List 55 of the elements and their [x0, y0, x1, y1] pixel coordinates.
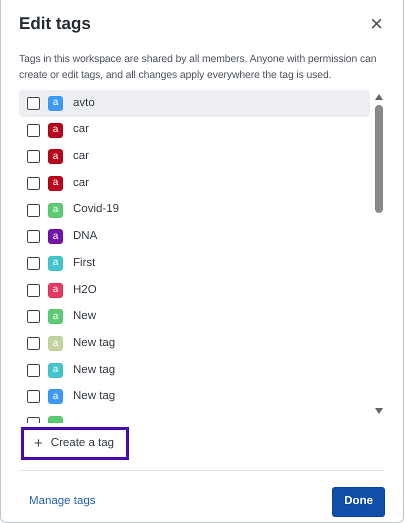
- tag-name: New tag: [73, 389, 116, 404]
- checkbox[interactable]: [27, 310, 40, 324]
- tag-row[interactable]: a H2O: [19, 276, 370, 304]
- tag-color-badge: a: [48, 309, 63, 324]
- tag-color-badge: a: [48, 122, 63, 138]
- done-button[interactable]: Done: [332, 487, 385, 516]
- tag-color-badge: a: [48, 389, 63, 404]
- checkbox[interactable]: [27, 284, 40, 297]
- create-tag-button[interactable]: + Create a tag: [21, 427, 130, 460]
- tag-row[interactable]: a Covid-19: [19, 196, 370, 224]
- tag-name: car: [73, 149, 89, 164]
- tag-row[interactable]: a First: [19, 250, 370, 277]
- checkbox[interactable]: [27, 256, 40, 270]
- tag-name: New tag: [73, 362, 116, 378]
- checkbox[interactable]: [27, 176, 40, 190]
- tag-row[interactable]: a DNA: [19, 223, 370, 250]
- checkbox[interactable]: [27, 230, 40, 244]
- manage-tags-link[interactable]: Manage tags: [29, 493, 96, 510]
- tag-name: avto: [73, 96, 95, 111]
- tag-color-badge: a: [48, 149, 63, 164]
- description-text: Tags in this workspace are shared by all members. Anyone with permission can create or edit tags, and all changes apply everywhere the tag is used.: [19, 53, 378, 83]
- tag-row[interactable]: a avto: [19, 90, 370, 117]
- tag-color-badge: a: [48, 229, 63, 244]
- tag-color-badge: a: [48, 202, 63, 218]
- tag-name: New tag: [73, 336, 116, 351]
- tag-name: First: [73, 256, 96, 271]
- tag-color-badge: a: [48, 362, 63, 378]
- tag-name: New: [73, 309, 96, 324]
- tag-row[interactable]: a New tag: [19, 356, 370, 384]
- checkbox[interactable]: [27, 390, 40, 404]
- tag-row[interactable]: a New tag: [19, 330, 370, 357]
- checkbox[interactable]: [27, 337, 40, 350]
- tag-row[interactable]: a car: [19, 143, 370, 170]
- tag-name: H2O: [73, 282, 97, 298]
- checkbox[interactable]: [27, 96, 40, 110]
- tag-name: car: [73, 122, 89, 138]
- tag-name: car: [73, 176, 89, 191]
- tag-color-badge: a: [48, 176, 63, 191]
- checkbox[interactable]: [27, 124, 40, 137]
- tag-color-badge: a: [48, 96, 63, 111]
- tag-name: Covid-19: [73, 202, 120, 218]
- tag-row[interactable]: a car: [19, 116, 370, 144]
- dialog-title: Edit tags: [19, 14, 91, 34]
- tag-color-badge: a: [48, 282, 63, 298]
- tag-color-badge: a: [48, 336, 63, 352]
- checkbox[interactable]: [27, 204, 40, 217]
- tag-color-badge: a: [48, 256, 63, 271]
- tag-row[interactable]: a car: [19, 170, 370, 197]
- close-button[interactable]: ×: [368, 13, 385, 35]
- tag-row[interactable]: a New: [19, 304, 370, 330]
- tag-name: DNA: [73, 229, 98, 244]
- plus-icon: +: [34, 436, 43, 452]
- tag-row[interactable]: a New tag: [19, 384, 370, 410]
- checkbox[interactable]: [27, 364, 40, 377]
- checkbox[interactable]: [27, 150, 40, 164]
